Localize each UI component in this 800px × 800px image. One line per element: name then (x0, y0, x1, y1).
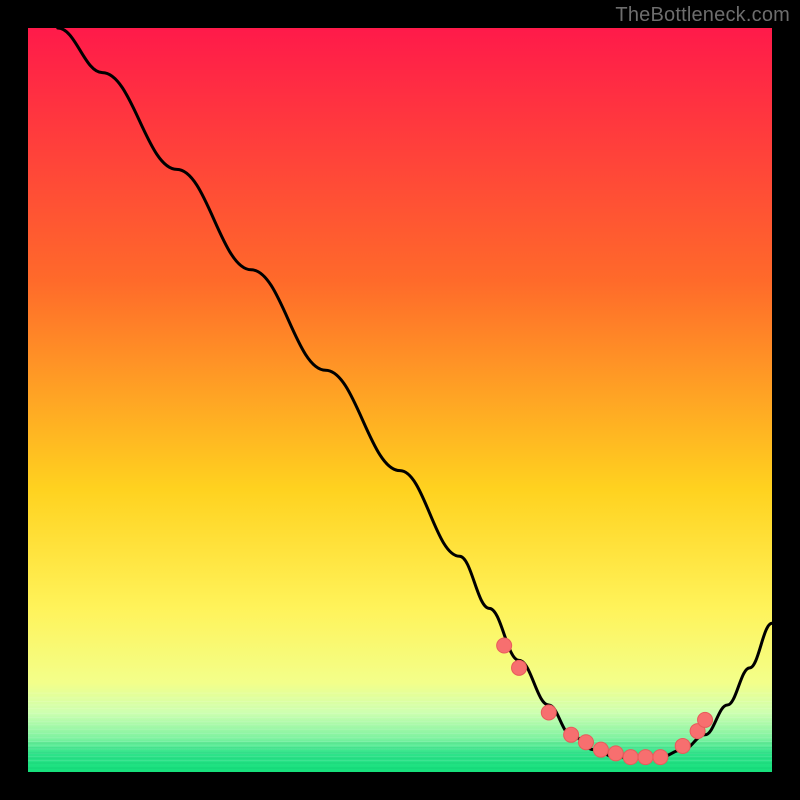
plot-area (28, 28, 772, 772)
data-marker (541, 705, 556, 720)
data-marker (564, 727, 579, 742)
data-marker (497, 638, 512, 653)
chart-frame: TheBottleneck.com (0, 0, 800, 800)
gradient-background (28, 28, 772, 772)
data-marker (638, 750, 653, 765)
data-marker (675, 738, 690, 753)
data-marker (579, 735, 594, 750)
data-marker (653, 750, 668, 765)
data-marker (623, 750, 638, 765)
data-marker (608, 746, 623, 761)
chart-svg (28, 28, 772, 772)
data-marker (698, 712, 713, 727)
data-marker (593, 742, 608, 757)
data-marker (512, 660, 527, 675)
attribution-label: TheBottleneck.com (615, 4, 790, 27)
